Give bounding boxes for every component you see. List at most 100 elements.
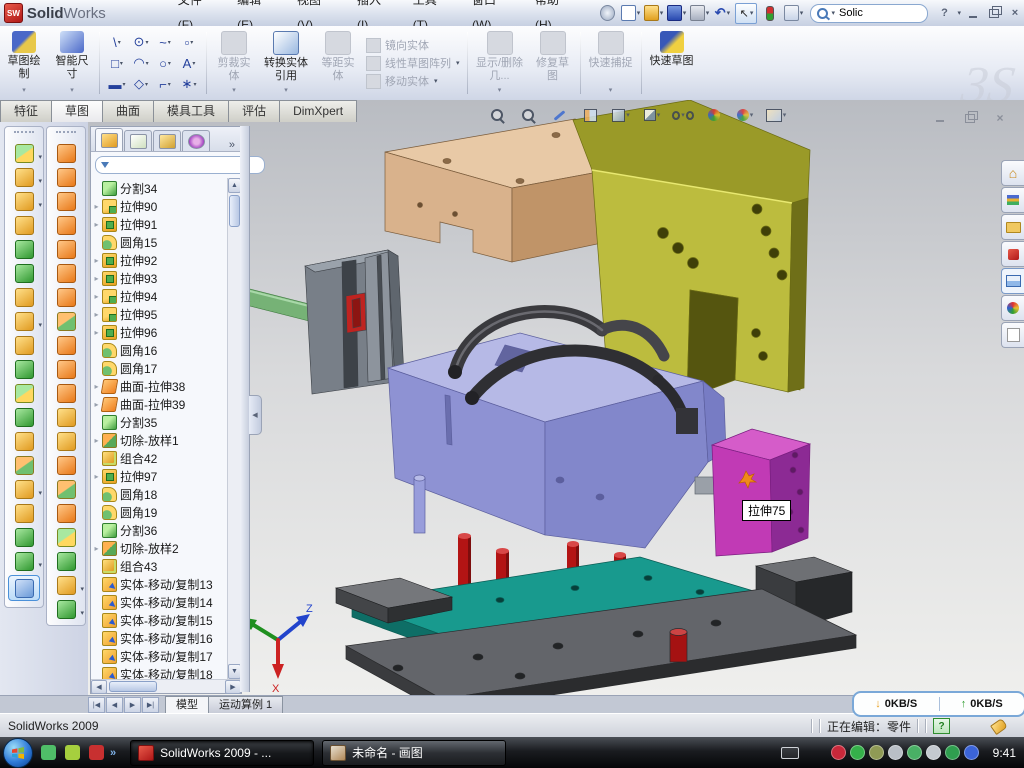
- ribbon-tab[interactable]: 模具工具: [153, 100, 229, 122]
- point-icon[interactable]: ∗ ▾: [177, 74, 201, 95]
- ribbon-tab[interactable]: 曲面: [102, 100, 154, 122]
- apply-scene-icon[interactable]: ▾: [734, 105, 756, 125]
- fillet-feature-icon[interactable]: ▾: [5, 189, 43, 213]
- document-tab[interactable]: 运动算例 1: [208, 696, 283, 714]
- doc-close-button[interactable]: ×: [990, 110, 1010, 126]
- tree-item[interactable]: ▸ 拉伸95: [91, 305, 227, 323]
- replace-face-icon[interactable]: ▾: [47, 405, 85, 429]
- taskbar-task-button[interactable]: SolidWorks 2009 - ...: [130, 740, 314, 766]
- taskbar-task-button[interactable]: 未命名 - 画图: [322, 740, 506, 766]
- propertymanager-tab-icon[interactable]: [124, 130, 152, 151]
- display-style-icon[interactable]: ▾: [641, 105, 663, 125]
- revolved-surface-icon[interactable]: ▾: [47, 165, 85, 189]
- toolbar-grip[interactable]: [56, 131, 76, 137]
- expand-arrow-icon[interactable]: ▸: [91, 472, 102, 481]
- scroll-thumb[interactable]: [109, 681, 157, 692]
- convert-entities-button[interactable]: 转换实体引用▾: [258, 26, 314, 100]
- input-method-keyboard-icon[interactable]: [781, 747, 799, 759]
- network-tray-icon[interactable]: [926, 745, 941, 760]
- swept-surface-icon[interactable]: ▾: [47, 141, 85, 165]
- options-icon[interactable]: ▾: [783, 4, 803, 23]
- expand-arrow-icon[interactable]: ▸: [91, 436, 102, 445]
- wrap-icon[interactable]: ▾: [5, 333, 43, 357]
- tree-horizontal-scrollbar[interactable]: ◀ ▶: [91, 679, 241, 693]
- ribbon-tab[interactable]: 评估: [228, 100, 280, 122]
- planar-surface-icon[interactable]: ▾: [47, 261, 85, 285]
- tree-item[interactable]: ▸ 实体-移动/复制15: [91, 611, 227, 629]
- view-settings-icon[interactable]: ▾: [765, 105, 787, 125]
- expand-arrow-icon[interactable]: ▸: [91, 328, 102, 337]
- next-tab-button[interactable]: ▶: [124, 697, 141, 713]
- instant3d-icon[interactable]: ▾: [8, 575, 40, 601]
- panel-tabs-overflow-button[interactable]: »: [223, 139, 241, 151]
- scroll-right-button[interactable]: ▶: [225, 680, 241, 694]
- dome-icon[interactable]: ▾: [47, 525, 85, 549]
- rib-icon[interactable]: ▾: [5, 261, 43, 285]
- messenger-status-tray-icon[interactable]: [964, 745, 979, 760]
- rectangle-icon[interactable]: □ ▾: [105, 53, 129, 74]
- search-box[interactable]: ▾: [810, 4, 928, 23]
- selection-filter-icon[interactable]: [760, 4, 780, 23]
- expand-arrow-icon[interactable]: ▸: [91, 400, 102, 409]
- plane-icon[interactable]: ▾: [5, 501, 43, 525]
- app-close-button[interactable]: ×: [1006, 5, 1024, 21]
- appearances-scenes-icon[interactable]: [1001, 295, 1024, 321]
- tree-item[interactable]: ▸ 切除-放样2: [91, 539, 227, 557]
- ribbon-tab[interactable]: 特征: [0, 100, 52, 122]
- tree-item[interactable]: ▸ 拉伸94: [91, 287, 227, 305]
- linear-pattern-icon[interactable]: ▾: [5, 309, 43, 333]
- zoom-fit-icon[interactable]: ▾: [486, 105, 508, 125]
- tree-item[interactable]: ▸ 拉伸91: [91, 215, 227, 233]
- swept-boss-icon[interactable]: ▾: [5, 213, 43, 237]
- security-center-quick-icon[interactable]: [65, 745, 80, 760]
- save-icon[interactable]: ▾: [666, 4, 686, 23]
- document-tab[interactable]: 模型: [165, 696, 209, 714]
- delete-face-icon[interactable]: ▾: [47, 381, 85, 405]
- expand-arrow-icon[interactable]: ▸: [91, 292, 102, 301]
- hide-show-items-icon[interactable]: ▾: [672, 105, 694, 125]
- file-explorer-icon[interactable]: [1001, 214, 1024, 240]
- scroll-left-button[interactable]: ◀: [91, 680, 107, 694]
- view-orientation-icon[interactable]: ▾: [610, 105, 632, 125]
- help-button[interactable]: ?: [935, 5, 953, 21]
- tree-item[interactable]: ▸ 曲面-拉伸38: [91, 377, 227, 395]
- tree-item[interactable]: ▸ 实体-移动/复制17: [91, 647, 227, 665]
- curve-icon[interactable]: ▾: [5, 549, 43, 573]
- app-restore-button[interactable]: [985, 5, 1003, 21]
- filled-surface-icon[interactable]: ▾: [47, 357, 85, 381]
- resources-home-icon[interactable]: [1001, 160, 1024, 186]
- update-tray-icon[interactable]: [869, 745, 884, 760]
- polygon-icon[interactable]: ◇ ▾: [129, 74, 153, 95]
- antivirus-tray-icon[interactable]: [831, 745, 846, 760]
- expand-arrow-icon[interactable]: ▸: [91, 274, 102, 283]
- volume-tray-icon[interactable]: [888, 745, 903, 760]
- tree-item[interactable]: ▸ 实体-移动/复制16: [91, 629, 227, 647]
- ribbon-tab[interactable]: 草图: [51, 100, 103, 122]
- dimxpertmanager-tab-icon[interactable]: [182, 130, 210, 151]
- view-palette-icon[interactable]: [1001, 268, 1024, 294]
- split-line-icon[interactable]: ▾: [47, 429, 85, 453]
- zoom-area-icon[interactable]: ▾: [517, 105, 539, 125]
- tree-item[interactable]: ▸ 实体-移动/复制18: [91, 665, 227, 679]
- move-copy-body-icon[interactable]: ▾: [5, 453, 43, 477]
- solidworks-quick-icon[interactable]: [89, 745, 104, 760]
- thicken-icon[interactable]: ▾: [47, 333, 85, 357]
- mirror-feature-icon[interactable]: ▾: [5, 405, 43, 429]
- tree-item[interactable]: ▸ 拉伸93: [91, 269, 227, 287]
- design-library-icon[interactable]: [1001, 187, 1024, 213]
- sketch-text-icon[interactable]: A ▾: [177, 53, 201, 74]
- expand-arrow-icon[interactable]: ▸: [91, 382, 102, 391]
- tree-item[interactable]: ▸ 圆角16: [91, 341, 227, 359]
- shell-icon[interactable]: ▾: [5, 357, 43, 381]
- axis-icon[interactable]: ▾: [5, 525, 43, 549]
- combine-icon[interactable]: ▾: [5, 429, 43, 453]
- open-document-icon[interactable]: ▾: [643, 4, 663, 23]
- arc-icon[interactable]: ◠ ▾: [129, 53, 153, 74]
- configurationmanager-tab-icon[interactable]: [153, 130, 181, 151]
- taskbar-clock[interactable]: 9:41: [993, 746, 1016, 760]
- tree-item[interactable]: ▸ 拉伸92: [91, 251, 227, 269]
- extend-surface-icon[interactable]: ▾: [47, 309, 85, 333]
- featuremanager-tab-icon[interactable]: [95, 128, 123, 151]
- tree-item[interactable]: ▸ 拉伸90: [91, 197, 227, 215]
- tree-item[interactable]: ▸ 圆角15: [91, 233, 227, 251]
